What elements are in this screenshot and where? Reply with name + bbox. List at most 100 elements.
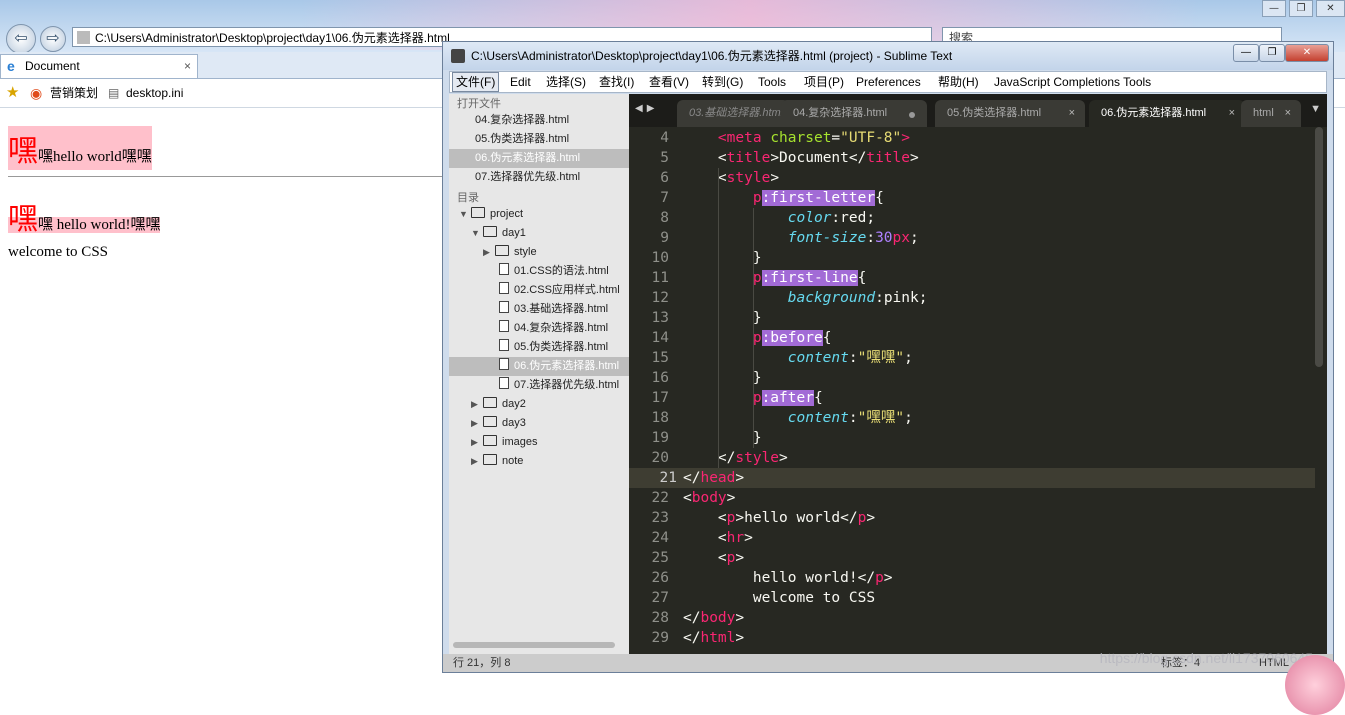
ie-icon: e — [7, 58, 15, 74]
tree-file[interactable]: 01.CSS的语法.html — [449, 262, 629, 281]
code-area[interactable]: 4 <meta charset="UTF-8"> 5 <title>Documen… — [629, 127, 1327, 654]
tree-folder-note[interactable]: ▶ note — [449, 452, 629, 471]
menu-preferences[interactable]: Preferences — [856, 72, 921, 92]
editor-tab[interactable]: 03.基础选择器.html — [677, 100, 789, 127]
tab-close-icon[interactable]: × — [1069, 100, 1075, 127]
code-line[interactable]: </style> — [683, 448, 788, 468]
folder-icon — [495, 245, 509, 256]
paragraph-3-text: welcome to CSS — [8, 244, 108, 260]
tree-label: day3 — [502, 417, 526, 429]
menu-find[interactable]: 查找(I) — [599, 72, 634, 92]
sublime-minimize-button[interactable]: — — [1233, 44, 1259, 62]
code-line[interactable]: } — [683, 308, 762, 328]
code-line[interactable]: <style> — [683, 168, 779, 188]
tree-folder-day3[interactable]: ▶ day3 — [449, 414, 629, 433]
menu-project[interactable]: 项目(P) — [804, 72, 844, 92]
code-line[interactable]: <title>Document</title> — [683, 148, 919, 168]
editor-tab-bar: ◀▶ 03.基础选择器.html 04.复杂选择器.html 05.伪类选择器.… — [629, 94, 1327, 127]
tree-file[interactable]: 05.伪类选择器.html — [449, 338, 629, 357]
code-line[interactable]: p:first-letter{ — [683, 188, 884, 208]
sublime-maximize-button[interactable]: ❐ — [1259, 44, 1285, 62]
menu-edit[interactable]: Edit — [510, 72, 531, 92]
editor-tab[interactable]: 04.复杂选择器.html — [781, 100, 927, 127]
tab-scroll-arrows-icon[interactable]: ◀▶ — [635, 103, 658, 114]
code-line[interactable]: <meta charset="UTF-8"> — [683, 128, 910, 148]
editor-vertical-scrollbar[interactable] — [1315, 127, 1323, 367]
star-icon[interactable]: ★ — [6, 79, 19, 107]
line-number: 7 — [660, 190, 669, 206]
sidebar-horizontal-scrollbar[interactable] — [453, 642, 615, 648]
tree-label: 01.CSS的语法.html — [514, 265, 609, 277]
menu-goto[interactable]: 转到(G) — [702, 72, 743, 92]
code-editor[interactable]: ◀▶ 03.基础选择器.html 04.复杂选择器.html 05.伪类选择器.… — [629, 94, 1327, 654]
line-number: 17 — [651, 390, 669, 406]
tab-close-icon[interactable]: × — [1229, 100, 1235, 127]
tree-file[interactable]: 04.复杂选择器.html — [449, 319, 629, 338]
line-number: 12 — [651, 290, 669, 306]
menu-tools[interactable]: Tools — [758, 72, 786, 92]
paragraph-2: 嘿嘿 hello world!嘿嘿 — [8, 194, 161, 238]
folders-header: 目录 — [457, 192, 479, 204]
code-line[interactable]: <hr> — [683, 528, 753, 548]
editor-tab[interactable]: html × — [1241, 100, 1301, 127]
code-line[interactable]: hello world!</p> — [683, 568, 893, 588]
menu-view[interactable]: 查看(V) — [649, 72, 689, 92]
favorite-link-marketing[interactable]: 营销策划 — [50, 79, 98, 107]
sublime-menubar: 文件(F) Edit 选择(S) 查找(I) 查看(V) 转到(G) Tools… — [449, 71, 1327, 93]
open-file-item[interactable]: 04.复杂选择器.html — [449, 111, 629, 130]
editor-tab-label: 05.伪类选择器.html — [947, 107, 1042, 119]
code-line[interactable]: </html> — [683, 628, 744, 648]
code-line[interactable]: } — [683, 368, 762, 388]
tree-folder-project[interactable]: ▼ project — [449, 205, 629, 224]
browser-tab-document[interactable]: e Document × — [0, 54, 198, 78]
collapsed-arrow-icon: ▶ — [471, 456, 478, 466]
sublime-close-button[interactable]: ✕ — [1285, 44, 1329, 62]
code-line[interactable]: background:pink; — [683, 288, 928, 308]
tree-label: 07.选择器优先级.html — [514, 379, 620, 391]
tab-close-icon[interactable]: × — [1285, 100, 1291, 127]
line-number: 25 — [651, 550, 669, 566]
editor-tab-active[interactable]: 06.伪元素选择器.html × — [1089, 100, 1245, 127]
sublime-title-text: C:\Users\Administrator\Desktop\project\d… — [471, 49, 953, 63]
open-file-item-active[interactable]: 06.伪元素选择器.html — [449, 149, 629, 168]
menu-js-completions[interactable]: JavaScript Completions Tools — [994, 72, 1151, 92]
back-button[interactable]: ⇦ — [6, 24, 36, 54]
maximize-button[interactable]: ❐ — [1289, 0, 1313, 17]
tab-dropdown-icon[interactable]: ▼ — [1310, 103, 1321, 115]
menu-file[interactable]: 文件(F) — [452, 72, 500, 92]
tree-folder-day2[interactable]: ▶ day2 — [449, 395, 629, 414]
code-line[interactable]: </body> — [683, 608, 744, 628]
tree-file-active[interactable]: 06.伪元素选择器.html — [449, 357, 629, 376]
horizontal-rule — [8, 176, 448, 177]
tree-file[interactable]: 02.CSS应用样式.html — [449, 281, 629, 300]
favorite-link-desktop-ini[interactable]: desktop.ini — [126, 79, 183, 107]
code-line[interactable]: <body> — [683, 488, 735, 508]
tree-file[interactable]: 07.选择器优先级.html — [449, 376, 629, 395]
expanded-arrow-icon: ▼ — [459, 209, 468, 219]
close-button[interactable]: ✕ — [1316, 0, 1345, 17]
code-line[interactable]: } — [683, 428, 762, 448]
collapsed-arrow-icon: ▶ — [471, 418, 478, 428]
code-line[interactable]: </head> — [683, 468, 744, 488]
tree-folder-style[interactable]: ▶ style — [449, 243, 629, 262]
forward-button[interactable]: ⇨ — [40, 26, 66, 52]
code-line[interactable]: welcome to CSS — [683, 588, 875, 608]
tree-file[interactable]: 03.基础选择器.html — [449, 300, 629, 319]
code-line[interactable]: color:red; — [683, 208, 875, 228]
tab-close-icon[interactable]: × — [184, 55, 191, 77]
minimize-button[interactable]: — — [1262, 0, 1286, 17]
line-number: 6 — [660, 170, 669, 186]
code-line[interactable]: <p>hello world</p> — [683, 508, 875, 528]
code-line[interactable]: <p> — [683, 548, 744, 568]
code-line[interactable]: p:first-line{ — [683, 268, 866, 288]
menu-help[interactable]: 帮助(H) — [938, 72, 979, 92]
code-line[interactable]: } — [683, 248, 762, 268]
tree-folder-images[interactable]: ▶ images — [449, 433, 629, 452]
open-file-item[interactable]: 07.选择器优先级.html — [449, 168, 629, 187]
editor-tab[interactable]: 05.伪类选择器.html × — [935, 100, 1085, 127]
code-line[interactable]: p:before{ — [683, 328, 831, 348]
tree-folder-day1[interactable]: ▼ day1 — [449, 224, 629, 243]
open-file-item[interactable]: 05.伪类选择器.html — [449, 130, 629, 149]
line-number: 9 — [660, 230, 669, 246]
menu-selection[interactable]: 选择(S) — [546, 72, 586, 92]
